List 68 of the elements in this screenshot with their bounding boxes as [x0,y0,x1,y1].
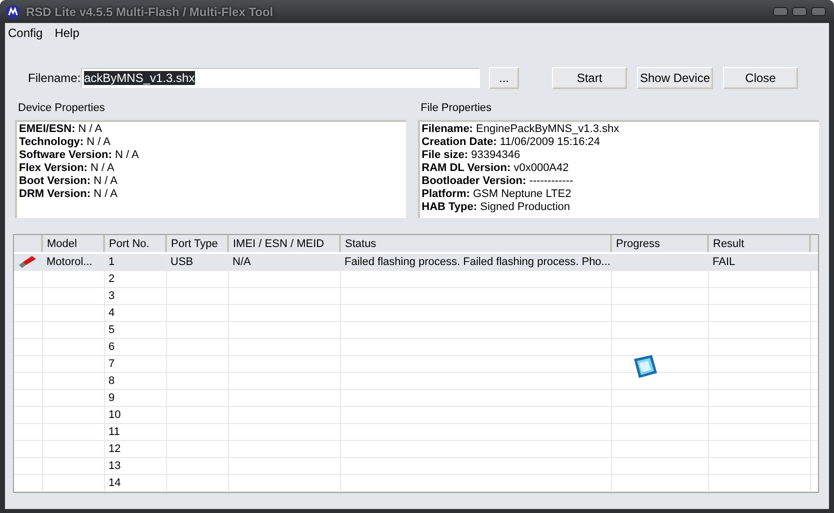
filename-field[interactable]: ackByMNS_v1.3.shx [81,68,480,88]
maximize-button[interactable] [792,7,807,16]
property-line: DRM Version: N / A [19,188,118,201]
table-cell: 3 [108,290,115,302]
table-cell: 1 [108,256,115,268]
window-title: RSD Lite v4.5.5 Multi-Flash / Multi-Flex Tool [26,4,274,18]
property-line: File size: 93394346 [422,149,522,162]
table-row[interactable]: 6 [14,338,818,356]
browse-button[interactable]: ... [489,67,519,89]
action-button[interactable]: Start [552,67,627,89]
action-button[interactable]: Show Device [637,67,713,89]
table-cell: N/A [232,256,251,268]
table-row[interactable]: 8 [14,372,818,390]
minimize-button[interactable] [773,7,788,16]
action-button[interactable]: Close [723,67,798,89]
table-cell: 6 [108,341,115,353]
menu-item[interactable]: Config [8,26,43,40]
table-row[interactable]: Motorol... 1 USB N/A Failed flashing process. Failed flashing process. Pho... FAIL [14,253,818,270]
column-header[interactable]: Result [708,235,810,253]
table-row[interactable]: 5 [14,322,818,338]
table-row[interactable]: 10 [14,406,818,424]
table-cell: Failed flashing process. Failed flashing process. Pho... [344,256,610,268]
group-title: File Properties [420,102,493,115]
table-row[interactable]: 11 [14,424,818,440]
table-cell: USB [170,256,194,268]
table-cell: 9 [108,392,115,404]
property-line: RAM DL Version: v0x000A42 [422,162,570,175]
table-row[interactable]: 2 [14,270,818,288]
table-cell: 5 [108,324,115,336]
property-line: Technology: N / A [19,136,112,149]
table-cell: 4 [108,307,115,319]
property-line: Flex Version: N / A [19,162,116,175]
table-cell: FAIL [712,256,736,268]
table-cell: 7 [108,358,115,370]
column-header[interactable]: Port Type [166,235,228,253]
column-header[interactable]: Progress [611,235,708,253]
app-logo-icon [6,4,20,18]
table-cell: 14 [108,477,121,489]
property-line: Software Version: N / A [19,149,140,162]
column-header[interactable]: Port No. [104,235,166,253]
property-line: Filename: EnginePackByMNS_v1.3.shx [422,123,620,136]
property-line: HAB Type: Signed Production [422,201,571,214]
table-cell: Motorol... [46,256,92,268]
column-header[interactable] [14,235,42,253]
table-row[interactable]: 9 [14,390,818,406]
property-line: Platform: GSM Neptune LTE2 [422,188,572,201]
table-cell: 11 [108,426,120,438]
table-row[interactable]: 13 [14,458,818,474]
table-cell: 8 [108,375,115,387]
group-title: Device Properties [18,102,106,115]
table-cell: 10 [108,409,121,421]
table-cell: 12 [108,443,121,455]
table-cell: 13 [108,460,121,472]
table-cell: 2 [108,273,115,285]
table-row[interactable]: 4 [14,304,818,322]
property-line: Boot Version: N / A [19,175,118,188]
table-row[interactable]: 14 [14,474,818,492]
menu-item[interactable]: Help [54,26,80,40]
column-header[interactable]: Status [340,235,611,253]
table-row[interactable]: 12 [14,440,818,458]
column-header[interactable]: IMEI / ESN / MEID [228,235,340,253]
property-line: EMEI/ESN: N / A [19,123,104,136]
property-line: Creation Date: 11/06/2009 15:16:24 [422,136,601,149]
column-header[interactable]: Model [42,235,104,253]
table-row[interactable]: 3 [14,288,818,304]
property-line: Bootloader Version: ------------ [422,175,574,188]
filename-label: Filename: [28,71,81,85]
close-button[interactable] [811,7,826,16]
